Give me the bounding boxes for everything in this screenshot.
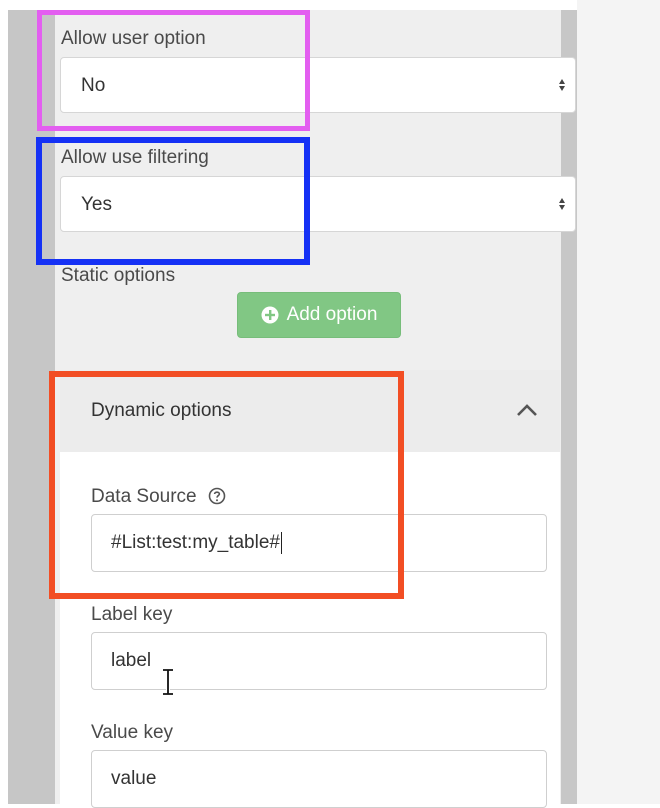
static-options-label: Static options bbox=[61, 265, 176, 286]
value-key-value: value bbox=[111, 768, 157, 789]
sort-arrows-icon bbox=[559, 198, 565, 210]
highlight-box-orange bbox=[49, 371, 404, 599]
add-option-button[interactable]: Add option bbox=[237, 292, 401, 338]
value-key-input[interactable]: value bbox=[91, 750, 547, 808]
label-key-value: label bbox=[111, 650, 152, 671]
add-option-label: Add option bbox=[286, 304, 378, 325]
text-cursor-icon bbox=[163, 668, 173, 696]
canvas-background bbox=[577, 0, 660, 804]
value-key-label: Value key bbox=[91, 722, 174, 743]
sort-arrows-icon bbox=[559, 79, 565, 91]
plus-circle-icon bbox=[261, 306, 279, 324]
chevron-up-icon[interactable] bbox=[516, 403, 538, 417]
highlight-box-pink bbox=[37, 10, 310, 131]
highlight-box-blue bbox=[36, 137, 310, 265]
label-key-label: Label key bbox=[91, 604, 173, 625]
panel-scrollbar[interactable] bbox=[561, 10, 577, 804]
